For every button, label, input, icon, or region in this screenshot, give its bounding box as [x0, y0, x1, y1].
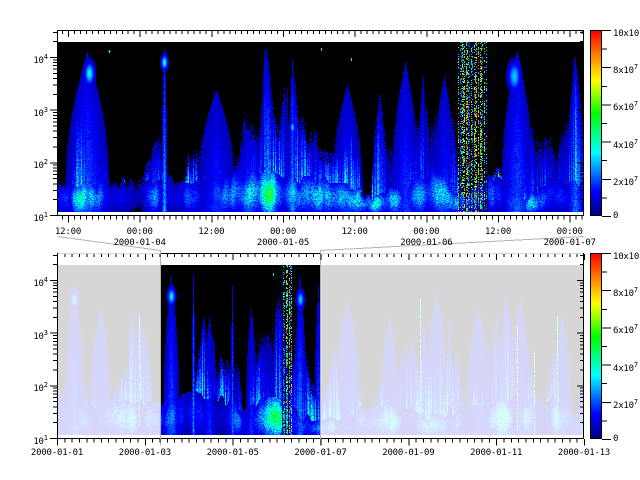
colorbar-tick-label: 10x107 — [613, 248, 640, 262]
x-tick-date-label: 2000-01-06 — [384, 238, 468, 248]
y-tick-label: 101 — [12, 210, 48, 224]
y-tick-label: 104 — [12, 52, 48, 66]
x-tick-label: 2000-01-13 — [542, 448, 626, 458]
spectrogram-zoom-tool: 10410310210112:0000:002000-01-0412:0000:… — [0, 0, 640, 480]
colorbar-tick-label: 2x107 — [613, 174, 638, 188]
x-tick-label: 2000-01-09 — [366, 448, 450, 458]
x-tick-label: 2000-01-03 — [103, 448, 187, 458]
colorbar-tick-label: 2x107 — [613, 397, 638, 411]
y-tick-label: 103 — [12, 328, 48, 342]
x-tick-label: 2000-01-01 — [15, 448, 99, 458]
colorbar-tick-label: 10x107 — [613, 25, 640, 39]
colorbar-tick-label: 8x107 — [613, 285, 638, 299]
x-tick-date-label: 2000-01-07 — [528, 238, 612, 248]
colorbar-tick-label: 6x107 — [613, 99, 638, 113]
x-tick-label: 00:00 — [528, 227, 612, 237]
y-tick-label: 102 — [12, 380, 48, 394]
colorbar-tick-label: 0 — [613, 211, 618, 221]
y-tick-label: 104 — [12, 275, 48, 289]
x-tick-date-label: 2000-01-05 — [241, 238, 325, 248]
x-tick-label: 2000-01-07 — [278, 448, 362, 458]
x-tick-date-label: 2000-01-04 — [98, 238, 182, 248]
colorbar-tick-label: 4x107 — [613, 360, 638, 374]
y-tick-label: 102 — [12, 157, 48, 171]
colorbar-tick-label: 0 — [613, 434, 618, 444]
x-tick-label: 2000-01-11 — [454, 448, 538, 458]
y-tick-label: 101 — [12, 433, 48, 447]
colorbar-tick-label: 6x107 — [613, 322, 638, 336]
colorbar-tick-label: 8x107 — [613, 62, 638, 76]
y-tick-label: 103 — [12, 105, 48, 119]
colorbar-tick-label: 4x107 — [613, 137, 638, 151]
x-tick-label: 2000-01-05 — [191, 448, 275, 458]
